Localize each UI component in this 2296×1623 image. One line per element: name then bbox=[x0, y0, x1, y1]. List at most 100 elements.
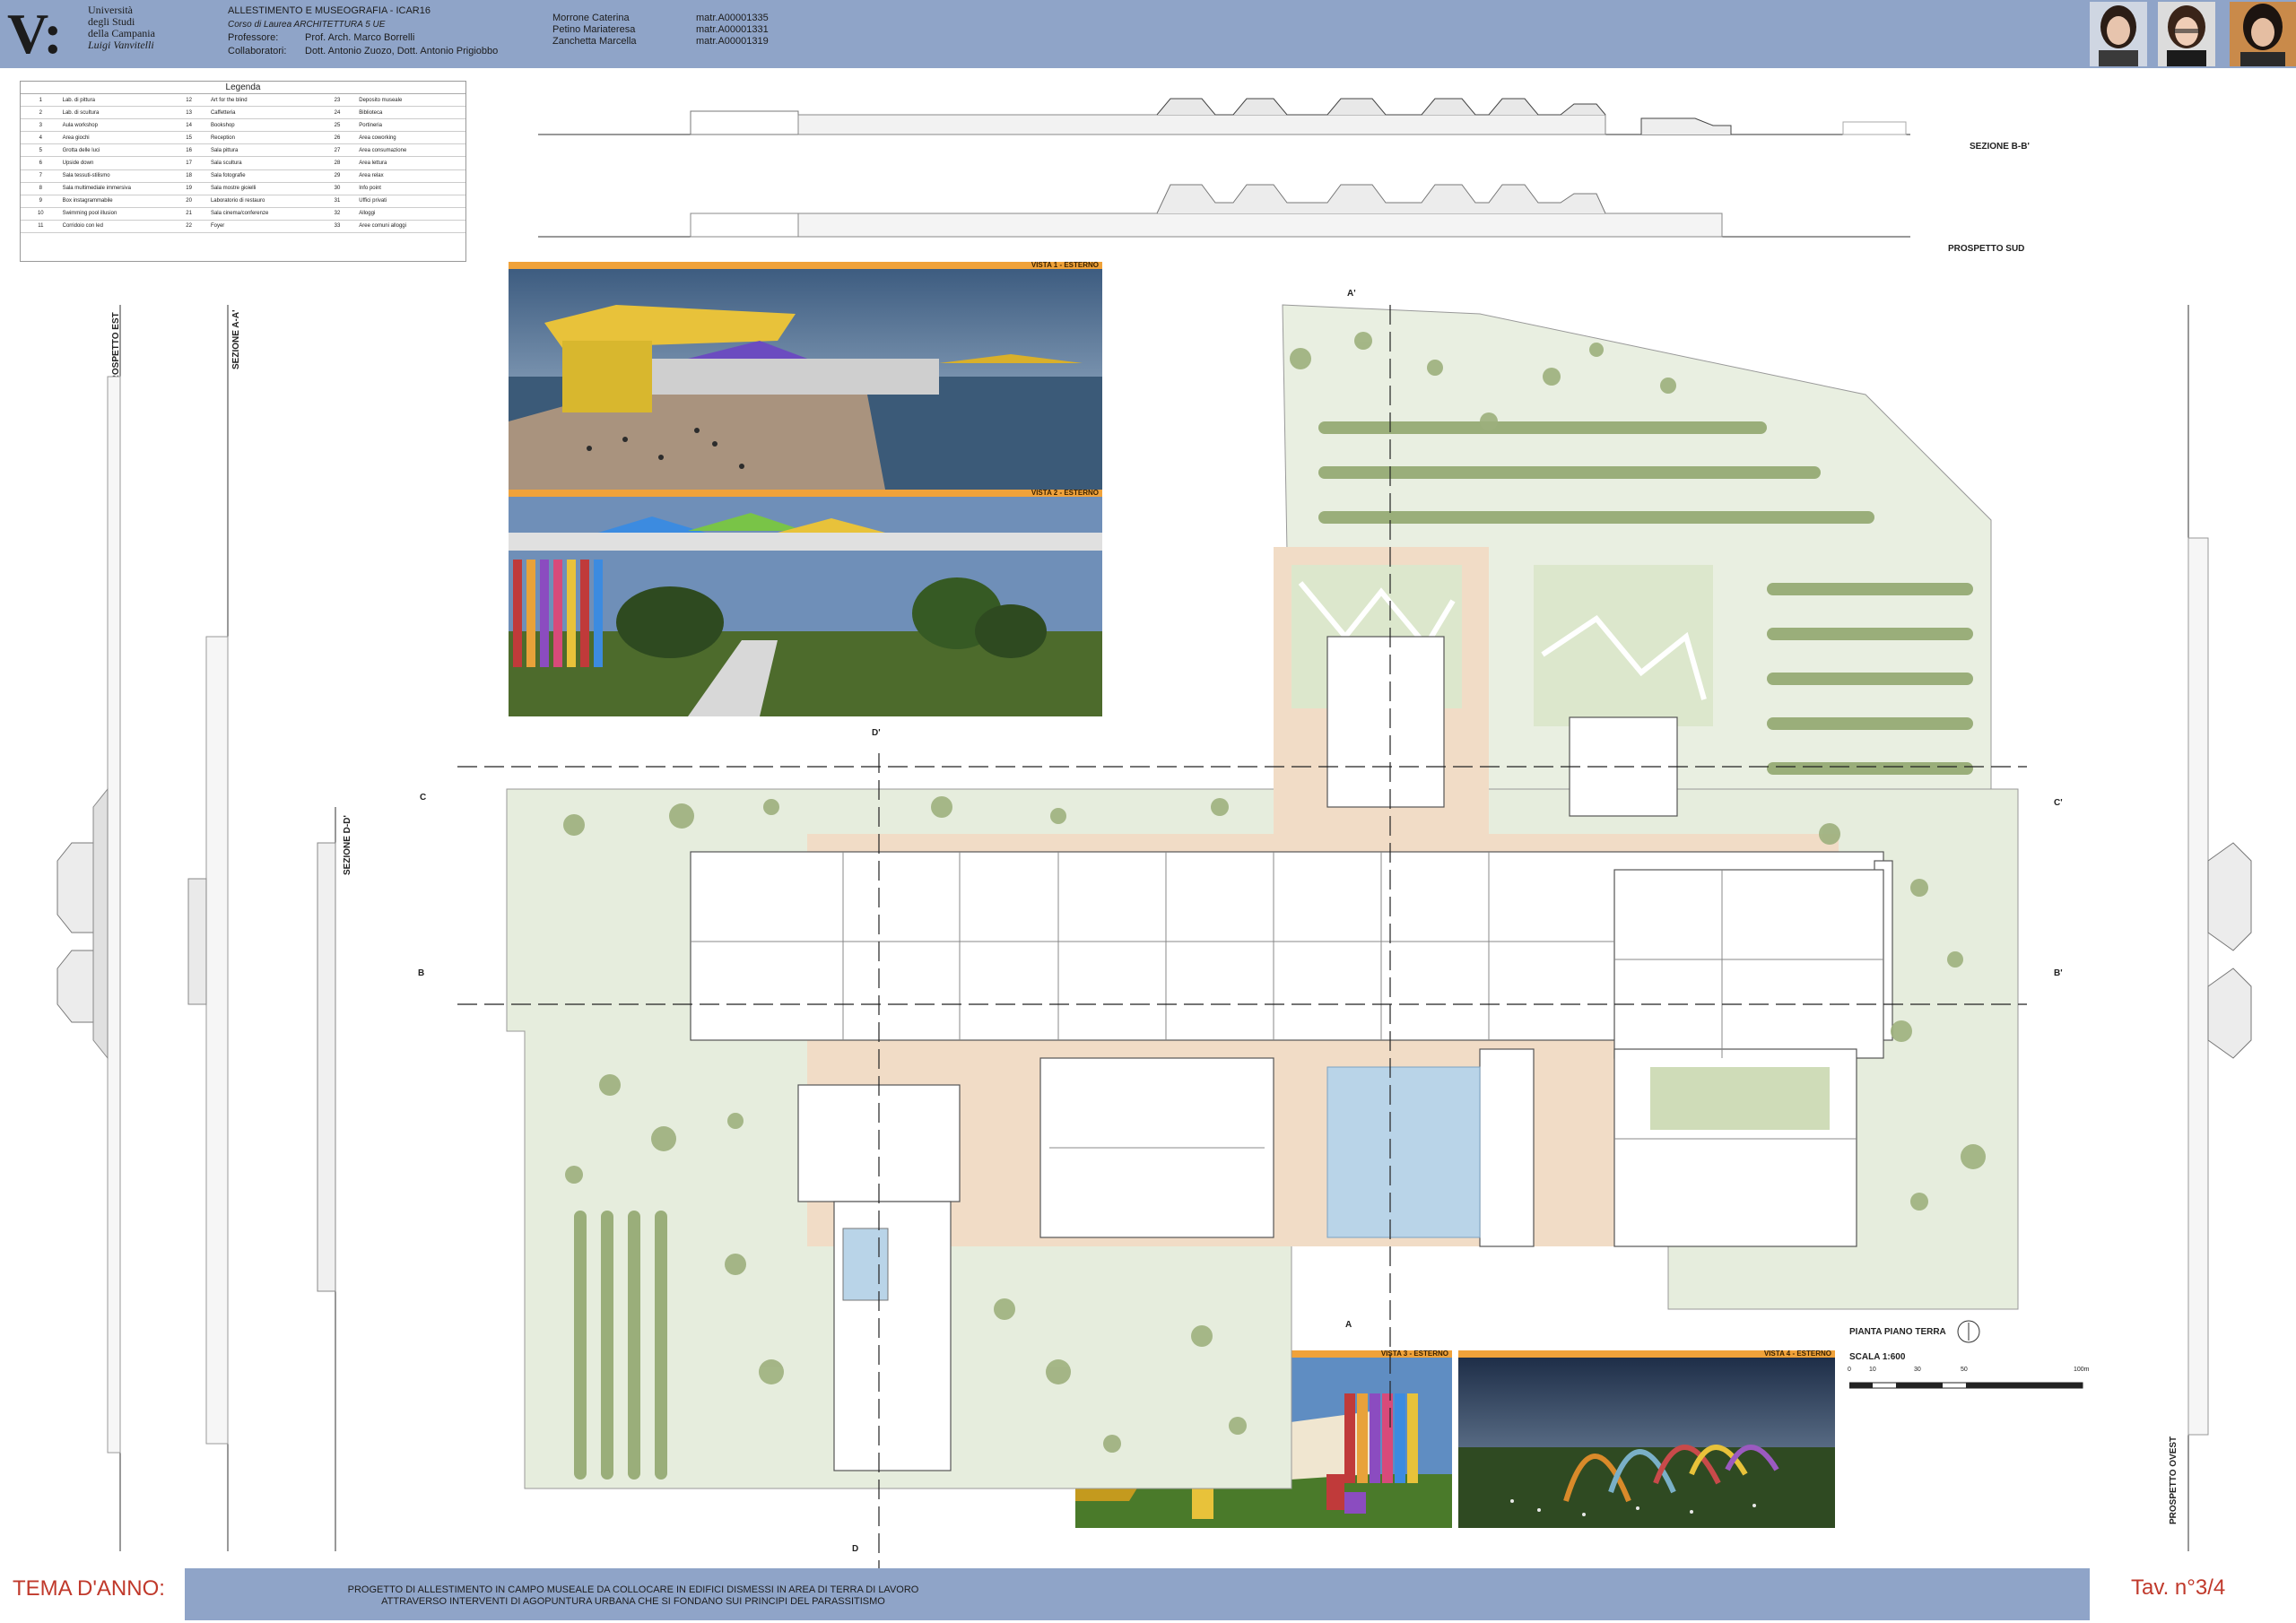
legend-number: 11 bbox=[21, 220, 61, 234]
scale-tick: 100m bbox=[2074, 1367, 2090, 1373]
legend-entry: Deposito museale bbox=[357, 94, 465, 108]
legend-entry: Sala fotografie bbox=[208, 169, 317, 183]
course-title: ALLESTIMENTO E MUSEOGRAFIA - ICAR16 bbox=[228, 5, 430, 16]
prospetto-sud-drawing bbox=[538, 184, 1910, 238]
course-info: ALLESTIMENTO E MUSEOGRAFIA - ICAR16 Cors… bbox=[228, 4, 498, 58]
cut-label-a2: A' bbox=[1347, 289, 1356, 299]
legend-row: 9 Box instagrammabile 20 Laboratorio di res… bbox=[21, 195, 465, 208]
legend-number: 31 bbox=[317, 195, 358, 208]
legend-number: 13 bbox=[169, 106, 209, 120]
legend-number: 25 bbox=[317, 118, 358, 133]
legend-number: 30 bbox=[317, 182, 358, 195]
legend-entry: Uffici privati bbox=[357, 195, 465, 208]
legend-number: 1 bbox=[21, 94, 61, 108]
legend-entry: Portineria bbox=[357, 118, 465, 133]
legend-number: 15 bbox=[169, 131, 209, 145]
courtyard-green-east bbox=[1650, 1067, 1830, 1130]
student-name: Petino Mariateresa bbox=[552, 24, 636, 35]
collaborators-names: Dott. Antonio Zuozo, Dott. Antonio Prigi… bbox=[305, 46, 499, 56]
legend-entry: Alloggi bbox=[357, 207, 465, 221]
professor-name: Prof. Arch. Marco Borrelli bbox=[305, 32, 415, 43]
section-bb-label: SEZIONE B-B' bbox=[1970, 142, 2030, 152]
student-matr: matr.A00001331 bbox=[696, 24, 769, 35]
legend-number: 19 bbox=[169, 182, 209, 195]
cut-label-d: D bbox=[852, 1544, 859, 1554]
student-name: Zanchetta Marcella bbox=[552, 36, 637, 47]
collaborators-label: Collaboratori: bbox=[228, 46, 287, 56]
legend-entry: Biblioteca bbox=[357, 106, 465, 120]
legend-number: 14 bbox=[169, 118, 209, 133]
legend-table: Legenda 1 Lab. di pittura 12 Art for the bl… bbox=[20, 81, 466, 262]
legend-entry: Info point bbox=[357, 182, 465, 195]
scale-tick: 50 bbox=[1961, 1367, 1968, 1373]
students-list: Morrone Caterina matr.A00001335 Petino Ma… bbox=[552, 13, 769, 48]
prospetto-sud-label: PROSPETTO SUD bbox=[1948, 244, 2025, 254]
legend-entry: Grotta delle luci bbox=[60, 143, 170, 158]
legend-number: 20 bbox=[169, 195, 209, 208]
cut-label-d2: D' bbox=[872, 728, 881, 738]
ground-floor-plan bbox=[457, 304, 2027, 1569]
legend-entry: Bookshop bbox=[208, 118, 317, 133]
cut-label-c: C bbox=[420, 793, 427, 803]
legend-entry: Aula workshop bbox=[60, 118, 170, 133]
legend-number: 2 bbox=[21, 106, 61, 120]
legend-entry: Sala multimediale immersiva bbox=[60, 182, 170, 195]
legend-entry: Sala scultura bbox=[208, 156, 317, 170]
legend-row: 6 Upside down 17 Sala scultura 28 Area lettur… bbox=[21, 156, 465, 170]
legend-grid: 1 Lab. di pittura 12 Art for the blind 23 Dep… bbox=[21, 94, 465, 234]
legend-entry: Sala mostre gioielli bbox=[208, 182, 317, 195]
scale-tick: 30 bbox=[1914, 1367, 1921, 1373]
legend-entry: Area giochi bbox=[60, 131, 170, 145]
plan-title: PIANTA PIANO TERRA bbox=[1849, 1327, 1946, 1337]
legend-number: 3 bbox=[21, 118, 61, 133]
cut-label-a: A bbox=[1345, 1320, 1352, 1330]
legend-number: 23 bbox=[317, 94, 358, 108]
legend-number: 22 bbox=[169, 220, 209, 234]
legend-entry: Lab. di pittura bbox=[60, 94, 170, 108]
legend-number: 16 bbox=[169, 143, 209, 158]
cut-label-c2: C' bbox=[2054, 798, 2063, 808]
prospetto-ovest-label: PROSPETTO OVEST bbox=[2169, 1436, 2179, 1524]
swimming-pool bbox=[1326, 1066, 1481, 1238]
legend-number: 7 bbox=[21, 169, 61, 183]
prospetto-ovest-drawing bbox=[2187, 305, 2252, 1551]
legend-entry: Caffetteria bbox=[208, 106, 317, 120]
courtyard-north-right bbox=[1534, 565, 1713, 726]
section-aa-drawing bbox=[187, 305, 229, 1551]
university-name: Università degli Studi della Campania Lu… bbox=[88, 4, 155, 51]
legend-entry: Lab. di scultura bbox=[60, 106, 170, 120]
legend-number: 21 bbox=[169, 207, 209, 221]
left-elevations-drawing bbox=[57, 305, 336, 1551]
legend-number: 18 bbox=[169, 169, 209, 183]
legend-row: 11 Corridoio con led 22 Foyer 33 Aree comuni … bbox=[21, 220, 465, 234]
cut-label-b: B bbox=[418, 968, 425, 978]
student-matr: matr.A00001319 bbox=[696, 36, 769, 47]
university-name-line: Luigi Vanvitelli bbox=[88, 39, 154, 51]
legend-row: 7 Sala tessuti-stilismo 18 Sala fotografie 2… bbox=[21, 169, 465, 183]
legend-number: 17 bbox=[169, 156, 209, 170]
legend-entry: Area consumazione bbox=[357, 143, 465, 158]
legend-title: Legenda bbox=[21, 82, 465, 94]
student-photo bbox=[2158, 2, 2215, 66]
legend-number: 32 bbox=[317, 207, 358, 221]
professor-label: Professore: bbox=[228, 32, 279, 43]
legend-number: 28 bbox=[317, 156, 358, 170]
footer-band: PROGETTO DI ALLESTIMENTO IN CAMPO MUSEAL… bbox=[185, 1568, 2090, 1620]
legend-number: 9 bbox=[21, 195, 61, 208]
scale-tick: 10 bbox=[1869, 1367, 1876, 1373]
legend-entry: Swimming pool illusion bbox=[60, 207, 170, 221]
legend-entry: Box instagrammabile bbox=[60, 195, 170, 208]
vista-1-label: VISTA 1 - ESTERNO bbox=[509, 262, 1102, 269]
legend-number: 10 bbox=[21, 207, 61, 221]
legend-row: 8 Sala multimediale immersiva 19 Sala mostr… bbox=[21, 182, 465, 195]
legend-number: 33 bbox=[317, 220, 358, 234]
legend-number: 27 bbox=[317, 143, 358, 158]
legend-number: 26 bbox=[317, 131, 358, 145]
legend-number: 29 bbox=[317, 169, 358, 183]
course-subtitle: Corso di Laurea ARCHITETTURA 5 UE bbox=[228, 20, 386, 30]
prospetto-est-drawing bbox=[57, 305, 121, 1551]
legend-number: 8 bbox=[21, 182, 61, 195]
legend-entry: Corridoio con led bbox=[60, 220, 170, 234]
internal-courtyard-south bbox=[842, 1228, 889, 1301]
project-description: PROGETTO DI ALLESTIMENTO IN CAMPO MUSEAL… bbox=[185, 1584, 1082, 1608]
